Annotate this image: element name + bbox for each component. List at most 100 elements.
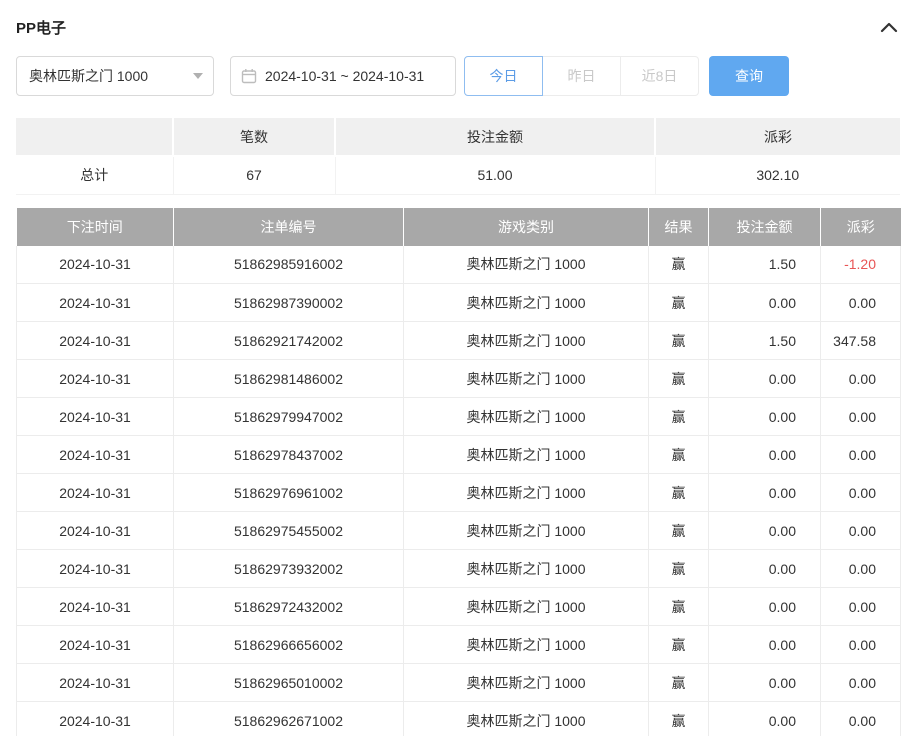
quick-button-today[interactable]: 今日	[464, 56, 543, 96]
cell-payout: 0.00	[821, 436, 901, 474]
cell-game-type: 奥林匹斯之门 1000	[404, 588, 649, 626]
cell-payout: -1.20	[821, 246, 901, 284]
cell-bet-amount: 0.00	[709, 626, 821, 664]
game-select-value: 奥林匹斯之门 1000	[29, 66, 148, 86]
cell-result: 赢	[649, 246, 709, 284]
cell-bet-time: 2024-10-31	[17, 550, 174, 588]
table-row: 2024-10-3151862976961002奥林匹斯之门 1000赢0.00…	[17, 474, 901, 512]
summary-total-payout: 302.10	[655, 156, 900, 194]
table-row: 2024-10-3151862985916002奥林匹斯之门 1000赢1.50…	[17, 246, 901, 284]
cell-result: 赢	[649, 702, 709, 736]
cell-result: 赢	[649, 398, 709, 436]
cell-bet-amount: 0.00	[709, 512, 821, 550]
table-row: 2024-10-3151862965010002奥林匹斯之门 1000赢 0.00…	[17, 664, 901, 702]
bet-table-body: 2024-10-3151862985916002奥林匹斯之门 1000赢1.50…	[17, 246, 901, 736]
cell-bet-time: 2024-10-31	[17, 398, 174, 436]
summary-table: 笔数 投注金额 派彩 总计 67 51.00 302.10	[16, 118, 900, 195]
summary-header-bet: 投注金额	[335, 118, 655, 156]
table-row: 2024-10-3151862979947002奥林匹斯之门 1000赢0.00…	[17, 398, 901, 436]
cell-payout: 0.00	[821, 398, 901, 436]
summary-total-label: 总计	[16, 156, 173, 194]
cell-game-type: 奥林匹斯之门 1000	[404, 436, 649, 474]
cell-result: 赢	[649, 588, 709, 626]
cell-bet-amount: 0.00	[709, 284, 821, 322]
cell-result: 赢	[649, 436, 709, 474]
cell-bet-time: 2024-10-31	[17, 284, 174, 322]
cell-order-no: 51862976961002	[174, 474, 404, 512]
cell-payout: 0.00	[821, 550, 901, 588]
summary-header-count: 笔数	[173, 118, 335, 156]
summary-total-bet: 51.00	[335, 156, 655, 194]
cell-payout: 347.58	[821, 322, 901, 360]
date-range-picker[interactable]: 2024-10-31 ~ 2024-10-31	[230, 56, 456, 96]
summary-header-payout: 派彩	[655, 118, 900, 156]
quick-button-last8days[interactable]: 近8日	[620, 56, 699, 96]
cell-game-type: 奥林匹斯之门 1000	[404, 322, 649, 360]
cell-bet-time: 2024-10-31	[17, 664, 174, 702]
cell-game-type: 奥林匹斯之门 1000	[404, 664, 649, 702]
table-row: 2024-10-3151862981486002奥林匹斯之门 1000赢0.00…	[17, 360, 901, 398]
quick-date-group: 今日 昨日 近8日	[464, 56, 699, 96]
cell-order-no: 51862973932002	[174, 550, 404, 588]
cell-order-no: 51862987390002	[174, 284, 404, 322]
cell-bet-time: 2024-10-31	[17, 474, 174, 512]
chevron-down-icon	[193, 73, 203, 79]
section-header: PP电子	[16, 14, 900, 40]
table-row: 2024-10-3151862975455002奥林匹斯之门 1000赢0.00…	[17, 512, 901, 550]
bet-table: 下注时间 注单编号 游戏类别 结果 投注金额 派彩 2024-10-315186…	[16, 208, 901, 736]
cell-payout: 0.00	[821, 284, 901, 322]
filter-bar: 奥林匹斯之门 1000 2024-10-31 ~ 2024-10-31 今日 昨…	[16, 56, 900, 96]
cell-payout: 0.00	[821, 702, 901, 736]
cell-bet-amount: 0.00	[709, 702, 821, 736]
cell-order-no: 51862985916002	[174, 246, 404, 284]
col-header-bet-time: 下注时间	[17, 208, 174, 246]
bet-table-header-row: 下注时间 注单编号 游戏类别 结果 投注金额 派彩	[17, 208, 901, 246]
cell-bet-amount: 1.50	[709, 246, 821, 284]
cell-payout: 0.00	[821, 360, 901, 398]
col-header-game-type: 游戏类别	[404, 208, 649, 246]
cell-game-type: 奥林匹斯之门 1000	[404, 474, 649, 512]
col-header-bet-amount: 投注金额	[709, 208, 821, 246]
cell-order-no: 51862972432002	[174, 588, 404, 626]
summary-header-row: 笔数 投注金额 派彩	[16, 118, 900, 156]
cell-order-no: 51862921742002	[174, 322, 404, 360]
cell-bet-time: 2024-10-31	[17, 360, 174, 398]
cell-payout: 0.00	[821, 474, 901, 512]
cell-result: 赢	[649, 664, 709, 702]
cell-result: 赢	[649, 626, 709, 664]
summary-total-row: 总计 67 51.00 302.10	[16, 156, 900, 194]
cell-bet-amount: 0.00	[709, 588, 821, 626]
cell-game-type: 奥林匹斯之门 1000	[404, 284, 649, 322]
quick-button-yesterday[interactable]: 昨日	[542, 56, 621, 96]
cell-result: 赢	[649, 284, 709, 322]
calendar-icon	[241, 68, 257, 84]
cell-bet-amount: 0.00	[709, 436, 821, 474]
col-header-payout: 派彩	[821, 208, 901, 246]
cell-bet-time: 2024-10-31	[17, 626, 174, 664]
cell-order-no: 51862975455002	[174, 512, 404, 550]
cell-bet-amount: 0.00	[709, 474, 821, 512]
collapse-button[interactable]	[878, 16, 900, 38]
table-row: 2024-10-3151862962671002奥林匹斯之门 1000赢0.00…	[17, 702, 901, 736]
cell-bet-amount: 0.00	[709, 360, 821, 398]
cell-game-type: 奥林匹斯之门 1000	[404, 398, 649, 436]
cell-game-type: 奥林匹斯之门 1000	[404, 512, 649, 550]
table-row: 2024-10-3151862921742002奥林匹斯之门 1000赢1.50…	[17, 322, 901, 360]
summary-total-count: 67	[173, 156, 335, 194]
cell-bet-amount: 0.00	[709, 550, 821, 588]
cell-order-no: 51862965010002	[174, 664, 404, 702]
table-row: 2024-10-3151862978437002奥林匹斯之门 1000赢0.00…	[17, 436, 901, 474]
chevron-up-icon	[880, 21, 898, 33]
game-select[interactable]: 奥林匹斯之门 1000	[16, 56, 214, 96]
cell-bet-time: 2024-10-31	[17, 436, 174, 474]
cell-payout: 0.00	[821, 512, 901, 550]
table-row: 2024-10-3151862972432002奥林匹斯之门 1000赢0.00…	[17, 588, 901, 626]
search-button[interactable]: 查询	[709, 56, 789, 96]
cell-order-no: 51862966656002	[174, 626, 404, 664]
summary-header-empty	[16, 118, 173, 156]
cell-bet-time: 2024-10-31	[17, 702, 174, 736]
cell-game-type: 奥林匹斯之门 1000	[404, 246, 649, 284]
cell-result: 赢	[649, 322, 709, 360]
cell-payout: 0.00	[821, 664, 901, 702]
date-range-value: 2024-10-31 ~ 2024-10-31	[265, 68, 424, 84]
